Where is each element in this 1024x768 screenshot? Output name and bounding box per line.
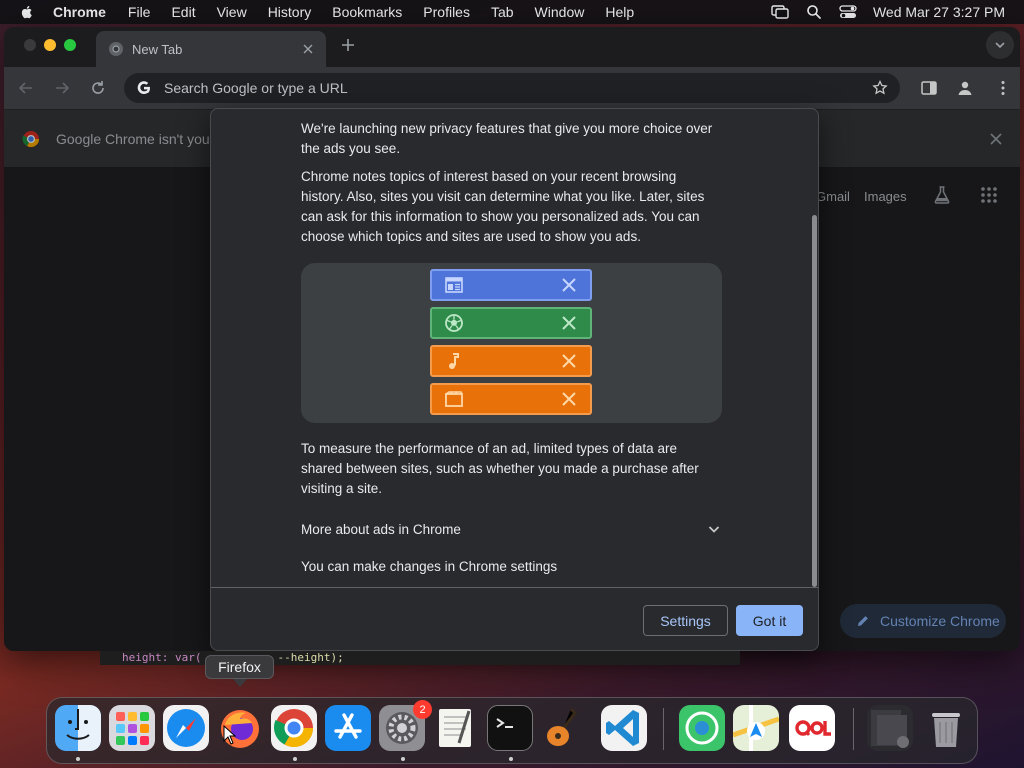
close-tab-icon[interactable] — [300, 41, 316, 57]
topic-chip-music — [430, 345, 592, 377]
newspaper-icon — [445, 277, 463, 293]
trash-app-icon[interactable] — [923, 705, 969, 751]
back-arrow-icon[interactable] — [18, 80, 34, 96]
menu-bar: Chrome File Edit View History Bookmarks … — [0, 0, 1024, 24]
got-it-button[interactable]: Got it — [736, 605, 803, 636]
chevron-down-icon — [708, 526, 720, 533]
new-tab-icon[interactable] — [340, 37, 356, 53]
dock-separator — [663, 708, 664, 750]
chevron-down-icon — [995, 42, 1005, 49]
more-about-ads-expander[interactable]: More about ads in Chrome — [301, 519, 721, 539]
menu-tab[interactable]: Tab — [491, 4, 514, 20]
omnibox[interactable]: Search Google or type a URL — [124, 73, 900, 103]
dialog-topics-text: Chrome notes topics of interest based on… — [301, 169, 705, 244]
finder-app-icon[interactable] — [55, 705, 101, 751]
menu-profiles[interactable]: Profiles — [423, 4, 470, 20]
remove-topic-icon — [562, 392, 576, 406]
menu-view[interactable]: View — [217, 4, 247, 20]
remove-topic-icon — [562, 278, 576, 292]
menu-window[interactable]: Window — [535, 4, 585, 20]
dialog-body[interactable]: We're launching new privacy features tha… — [211, 109, 818, 587]
topic-chip-sports — [430, 307, 592, 339]
remove-topic-icon — [562, 316, 576, 330]
settings-button[interactable]: Settings — [643, 605, 728, 636]
dock-tooltip: Firefox — [205, 655, 274, 679]
mouse-pointer-icon — [223, 725, 237, 745]
menu-edit[interactable]: Edit — [171, 4, 195, 20]
apple-menu-icon[interactable] — [19, 4, 35, 20]
downloads-stack-icon[interactable] — [867, 705, 913, 751]
find-my-app-icon[interactable] — [679, 705, 725, 751]
film-clapper-icon — [445, 391, 463, 407]
dialog-measurement-text: To measure the performance of an ad, lim… — [301, 441, 699, 496]
topic-chip-news — [430, 269, 592, 301]
topic-chip-movies — [430, 383, 592, 415]
qq-browser-app-icon[interactable] — [789, 705, 835, 751]
menu-app-name[interactable]: Chrome — [53, 4, 106, 20]
chrome-favicon-icon — [109, 42, 123, 56]
more-menu-icon[interactable] — [994, 79, 1012, 97]
spotlight-search-icon[interactable] — [805, 4, 823, 20]
tooltip-arrow — [233, 679, 247, 687]
tab-title: New Tab — [132, 41, 183, 57]
tab-new-tab[interactable]: New Tab — [96, 31, 326, 67]
garageband-app-icon[interactable] — [541, 705, 587, 751]
terminal-app-icon[interactable] — [487, 705, 533, 751]
chrome-settings-text: You can make changes in Chrome settings — [301, 559, 558, 574]
expander-label: More about ads in Chrome — [301, 521, 461, 537]
menu-history[interactable]: History — [268, 4, 312, 20]
chrome-app-icon[interactable] — [271, 705, 317, 751]
settings-notification-badge: 2 — [413, 700, 432, 719]
minimize-window-button[interactable] — [44, 39, 56, 51]
screen-mirroring-icon[interactable] — [771, 4, 789, 20]
chrome-running-dot — [293, 757, 297, 761]
side-panel-icon[interactable] — [920, 79, 938, 97]
maps-app-icon[interactable] — [733, 705, 779, 751]
soccer-ball-icon — [445, 314, 463, 332]
ad-privacy-dialog: We're launching new privacy features tha… — [210, 108, 819, 651]
profile-avatar-icon[interactable] — [956, 79, 974, 97]
app-store-app-icon[interactable] — [325, 705, 371, 751]
omnibox-placeholder: Search Google or type a URL — [164, 80, 348, 96]
tab-search-button[interactable] — [986, 31, 1014, 59]
launchpad-app-icon[interactable] — [109, 705, 155, 751]
close-window-button[interactable] — [24, 39, 36, 51]
finder-running-dot — [76, 757, 80, 761]
safari-app-icon[interactable] — [163, 705, 209, 751]
textedit-app-icon[interactable] — [433, 705, 479, 751]
google-g-icon — [137, 81, 150, 94]
tab-strip: New Tab — [4, 27, 1020, 67]
remove-topic-icon — [562, 354, 576, 368]
vscode-app-icon[interactable] — [601, 705, 647, 751]
forward-arrow-icon[interactable] — [54, 80, 70, 96]
code-value: --height); — [277, 651, 344, 664]
ad-topics-illustration — [301, 263, 722, 423]
dialog-intro-text: We're launching new privacy features tha… — [301, 121, 713, 156]
dock-separator — [853, 708, 854, 750]
menu-bookmarks[interactable]: Bookmarks — [332, 4, 402, 20]
control-center-icon[interactable] — [839, 4, 857, 20]
music-note-icon — [449, 353, 459, 369]
background-code-snippet: height: var( --height); — [100, 651, 740, 665]
menu-file[interactable]: File — [128, 4, 151, 20]
zoom-window-button[interactable] — [64, 39, 76, 51]
menu-clock[interactable]: Wed Mar 27 3:27 PM — [873, 4, 1005, 20]
settings-running-dot — [401, 757, 405, 761]
code-prop: height: var( — [122, 651, 202, 664]
bookmark-star-icon[interactable] — [872, 80, 888, 96]
dialog-scrollbar-thumb[interactable] — [812, 215, 817, 587]
reload-icon[interactable] — [90, 80, 106, 96]
dock — [46, 697, 978, 764]
dialog-footer-divider — [211, 587, 818, 588]
terminal-running-dot — [509, 757, 513, 761]
menu-help[interactable]: Help — [605, 4, 634, 20]
browser-toolbar: Search Google or type a URL — [4, 67, 1020, 109]
